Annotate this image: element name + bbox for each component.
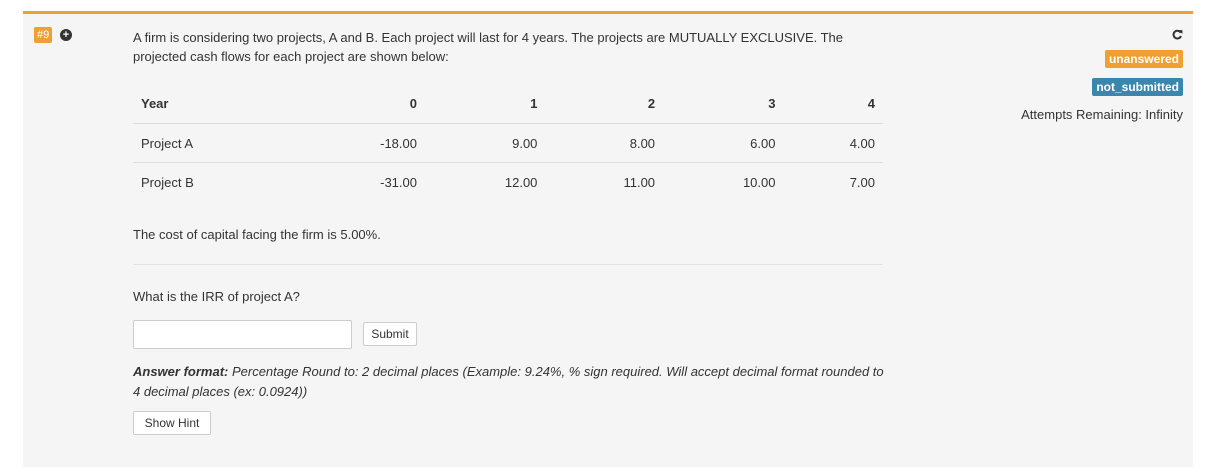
table-cell: 11.00: [623, 174, 656, 190]
answer-format-text: Percentage Round to: 2 decimal places (E…: [133, 364, 884, 399]
table-cell: 7.00: [849, 174, 875, 190]
table-header: 0: [292, 83, 425, 124]
reload-icon[interactable]: [1172, 29, 1183, 40]
table-cell: 9.00: [424, 123, 546, 163]
table-cell: 6.00: [663, 123, 784, 163]
table-cell: 8.00: [545, 123, 664, 163]
table-header: 2: [545, 83, 664, 124]
cash-flow-table: Year 0 1 2 3 4 Project A -18.00 9.00 8.0…: [133, 83, 883, 201]
attempts-remaining: Attempts Remaining: Infinity: [1021, 107, 1183, 122]
question-panel: #9 + A firm is considering two projects,…: [23, 11, 1193, 467]
plus-circle-icon[interactable]: +: [60, 29, 72, 41]
table-header: 1: [424, 83, 546, 124]
question-intro: A firm is considering two projects, A an…: [133, 30, 844, 64]
table-cell: -18.00: [292, 123, 425, 163]
divider: [133, 264, 883, 265]
table-header: Year: [133, 83, 292, 124]
table-cell: 10.00: [742, 174, 776, 190]
question-number-badge: #9: [34, 27, 53, 43]
table-cell: Project B: [141, 174, 194, 190]
answer-format-note: Answer format: Percentage Round to: 2 de…: [133, 362, 893, 402]
show-hint-button[interactable]: Show Hint: [133, 411, 211, 435]
question-prompt: What is the IRR of project A?: [133, 289, 300, 304]
table-cell: 4.00: [783, 123, 883, 163]
table-header: 4: [783, 83, 883, 124]
table-row: Project A -18.00 9.00 8.00 6.00 4.00: [133, 123, 883, 163]
table-header-row: Year 0 1 2 3 4: [133, 83, 883, 124]
table-header: 3: [663, 83, 784, 124]
not-submitted-badge: not_submitted: [1092, 78, 1183, 96]
table-cell: Project A: [133, 123, 292, 163]
unanswered-badge: unanswered: [1104, 50, 1183, 68]
answer-format-label: Answer format:: [133, 364, 229, 379]
submit-button[interactable]: Submit: [363, 322, 417, 346]
table-cell: -31.00: [380, 174, 417, 190]
table-row: Project B -31.00 12.00 11.00 10.00 7.00: [133, 163, 883, 202]
table-cell: 12.00: [504, 174, 538, 190]
answer-input[interactable]: [133, 320, 352, 349]
cost-of-capital-text: The cost of capital facing the firm is 5…: [133, 227, 381, 242]
